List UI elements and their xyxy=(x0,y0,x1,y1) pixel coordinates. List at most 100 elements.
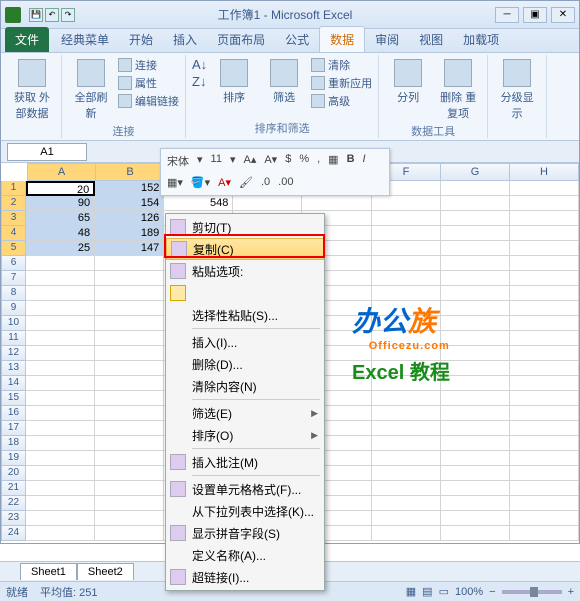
view-layout-icon[interactable]: ▤ xyxy=(422,585,432,598)
increase-decimal-icon[interactable]: .00 xyxy=(276,176,295,192)
cell-H7[interactable] xyxy=(510,271,579,286)
cell-H6[interactable] xyxy=(510,256,579,271)
cell-A4[interactable]: 48 xyxy=(26,226,95,241)
cell-F17[interactable] xyxy=(372,421,441,436)
cell-F5[interactable] xyxy=(372,241,441,256)
row-header-4[interactable]: 4 xyxy=(1,226,26,241)
row-header-7[interactable]: 7 xyxy=(1,271,26,286)
cm-paste-option-1[interactable] xyxy=(166,282,324,304)
row-header-19[interactable]: 19 xyxy=(1,451,26,466)
cell-G20[interactable] xyxy=(441,466,510,481)
cell-F8[interactable] xyxy=(372,286,441,301)
connections-button[interactable]: 连接 xyxy=(118,57,179,73)
cell-B6[interactable] xyxy=(95,256,164,271)
sheet-tab-2[interactable]: Sheet2 xyxy=(77,563,134,580)
cell-B1[interactable]: 152 xyxy=(95,181,164,196)
row-header-11[interactable]: 11 xyxy=(1,331,26,346)
cm-filter[interactable]: 筛选(E)▶ xyxy=(166,402,324,424)
cell-style-icon[interactable]: ▦ xyxy=(326,153,340,169)
cell-F22[interactable] xyxy=(372,496,441,511)
row-header-5[interactable]: 5 xyxy=(1,241,26,256)
cell-B22[interactable] xyxy=(95,496,164,511)
cell-B16[interactable] xyxy=(95,406,164,421)
cell-F18[interactable] xyxy=(372,436,441,451)
cell-A12[interactable] xyxy=(26,346,95,361)
row-header-10[interactable]: 10 xyxy=(1,316,26,331)
row-header-18[interactable]: 18 xyxy=(1,436,26,451)
cell-H20[interactable] xyxy=(510,466,579,481)
font-family-select[interactable]: 宋体 xyxy=(165,153,191,169)
cell-F3[interactable] xyxy=(372,211,441,226)
properties-button[interactable]: 属性 xyxy=(118,75,179,91)
format-painter-icon[interactable]: 🖌 xyxy=(237,176,255,192)
filter-button[interactable]: 筛选 xyxy=(261,57,307,107)
minimize-button[interactable]: ─ xyxy=(495,7,519,23)
cell-G8[interactable] xyxy=(441,286,510,301)
row-header-20[interactable]: 20 xyxy=(1,466,26,481)
row-header-12[interactable]: 12 xyxy=(1,346,26,361)
row-header-13[interactable]: 13 xyxy=(1,361,26,376)
cell-H4[interactable] xyxy=(510,226,579,241)
cm-define-name[interactable]: 定义名称(A)... xyxy=(166,544,324,566)
cm-clear[interactable]: 清除内容(N) xyxy=(166,375,324,397)
sort-asc-icon[interactable]: A↓ xyxy=(192,57,207,72)
cell-G2[interactable] xyxy=(441,196,510,211)
row-header-22[interactable]: 22 xyxy=(1,496,26,511)
cm-paste-special[interactable]: 选择性粘贴(S)... xyxy=(166,304,324,326)
row-header-24[interactable]: 24 xyxy=(1,526,26,541)
cell-F16[interactable] xyxy=(372,406,441,421)
fill-color-icon[interactable]: 🪣▾ xyxy=(189,176,212,192)
cell-A14[interactable] xyxy=(26,376,95,391)
row-header-9[interactable]: 9 xyxy=(1,301,26,316)
edit-links-button[interactable]: 编辑链接 xyxy=(118,93,179,109)
cell-A10[interactable] xyxy=(26,316,95,331)
cell-B5[interactable]: 147 xyxy=(95,241,164,256)
col-header-G[interactable]: G xyxy=(441,163,510,181)
cell-B15[interactable] xyxy=(95,391,164,406)
refresh-all-button[interactable]: 全部刷新 xyxy=(68,57,114,123)
cell-H16[interactable] xyxy=(510,406,579,421)
text-to-columns-button[interactable]: 分列 xyxy=(385,57,431,107)
decrease-decimal-icon[interactable]: .0 xyxy=(259,176,272,192)
view-normal-icon[interactable]: ▦ xyxy=(406,585,416,598)
row-header-16[interactable]: 16 xyxy=(1,406,26,421)
zoom-level[interactable]: 100% xyxy=(455,586,483,598)
cell-A18[interactable] xyxy=(26,436,95,451)
cell-H9[interactable] xyxy=(510,301,579,316)
cell-B11[interactable] xyxy=(95,331,164,346)
zoom-in-button[interactable]: + xyxy=(568,586,574,598)
cell-G4[interactable] xyxy=(441,226,510,241)
zoom-out-button[interactable]: − xyxy=(489,586,495,598)
maximize-button[interactable]: ▣ xyxy=(523,7,547,23)
cell-H24[interactable] xyxy=(510,526,579,541)
tab-file[interactable]: 文件 xyxy=(5,27,49,52)
cm-dropdown-select[interactable]: 从下拉列表中选择(K)... xyxy=(166,500,324,522)
cell-G10[interactable] xyxy=(441,316,510,331)
cell-G1[interactable] xyxy=(441,181,510,196)
cell-H10[interactable] xyxy=(510,316,579,331)
cell-H21[interactable] xyxy=(510,481,579,496)
cell-H15[interactable] xyxy=(510,391,579,406)
row-header-8[interactable]: 8 xyxy=(1,286,26,301)
cell-E2[interactable] xyxy=(302,196,371,211)
cell-G14[interactable] xyxy=(441,376,510,391)
cell-B21[interactable] xyxy=(95,481,164,496)
cell-F19[interactable] xyxy=(372,451,441,466)
cell-B20[interactable] xyxy=(95,466,164,481)
tab-view[interactable]: 视图 xyxy=(409,27,453,52)
tab-addin[interactable]: 加载项 xyxy=(453,27,509,52)
increase-font-icon[interactable]: A▴ xyxy=(241,153,258,169)
comma-icon[interactable]: , xyxy=(315,153,322,169)
cell-F15[interactable] xyxy=(372,391,441,406)
cell-A2[interactable]: 90 xyxy=(26,196,95,211)
cell-G17[interactable] xyxy=(441,421,510,436)
row-header-1[interactable]: 1 xyxy=(1,181,26,196)
cell-H17[interactable] xyxy=(510,421,579,436)
cell-D2[interactable] xyxy=(233,196,302,211)
row-header-17[interactable]: 17 xyxy=(1,421,26,436)
cell-G22[interactable] xyxy=(441,496,510,511)
cell-H19[interactable] xyxy=(510,451,579,466)
col-header-H[interactable]: H xyxy=(510,163,579,181)
sort-desc-icon[interactable]: Z↓ xyxy=(192,74,207,89)
qat-redo-icon[interactable]: ↷ xyxy=(61,8,75,22)
